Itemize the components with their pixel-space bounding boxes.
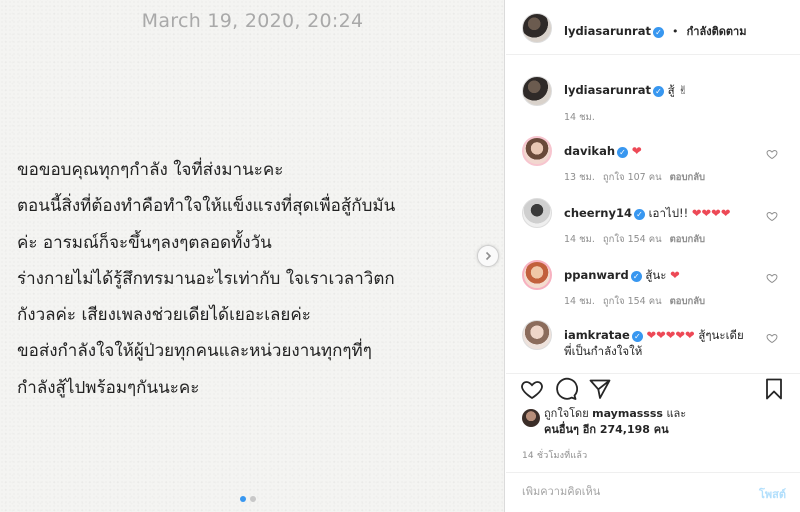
verified-badge-icon: ✓	[652, 86, 664, 97]
like-heart-icon[interactable]	[520, 377, 544, 401]
avatar[interactable]	[522, 136, 552, 166]
post-timestamp[interactable]: 14 ชั่วโมงที่แล้ว	[522, 448, 587, 462]
bookmark-icon[interactable]	[762, 377, 786, 401]
note-date: March 19, 2020, 20:24	[141, 10, 364, 32]
verified-badge-icon: ✓	[630, 271, 642, 282]
comment-likes[interactable]: ถูกใจ 154 คน	[603, 234, 662, 245]
comment-item: iamkratae ✓ ❤❤❤❤❤ สู้ๆนะเดีย พี่เป็นกำลัง…	[506, 318, 800, 373]
add-comment-bar: โพสต์	[506, 472, 800, 512]
caption: lydiasarunrat ✓ สู้ ✌ 14 ชม.	[506, 74, 800, 124]
note-line: ค่ะ อารมณ์ก็จะขึ้นๆลงๆตลอดทั้งวัน	[17, 232, 272, 253]
liked-by-label: ถูกใจโดย	[544, 407, 589, 420]
heart-outline-icon[interactable]	[766, 272, 778, 284]
avatar[interactable]	[522, 198, 552, 228]
verified-badge-icon: ✓	[633, 209, 645, 220]
action-bar	[506, 375, 800, 405]
comment-time[interactable]: 14 ชม.	[564, 234, 595, 245]
comment-item: cheerny14 ✓ เอาไป!! ❤❤❤❤ 14 ชม. ถูกใจ 154 …	[506, 196, 800, 246]
reply-button[interactable]: ตอบกลับ	[670, 172, 706, 183]
separator: •	[672, 25, 679, 38]
comment-username[interactable]: davikah	[564, 144, 615, 158]
comment-time[interactable]: 14 ชม.	[564, 296, 595, 307]
comment-username[interactable]: cheerny14	[564, 206, 632, 220]
note-text: ขอขอบคุณทุกๆกำลัง ใจที่ส่งมานะคะ ตอนนี้ส…	[17, 152, 502, 406]
verified-badge-icon: ✓	[617, 147, 629, 158]
note-line: ตอนนี้สิ่งที่ต้องทำคือทำใจให้แข็งแรงที่ส…	[17, 196, 396, 217]
comment-text: ❤	[631, 144, 642, 158]
comment-text: เอาไป!! ❤❤❤❤	[648, 206, 731, 220]
post-image[interactable]: March 19, 2020, 20:24 ขอขอบคุณทุกๆกำลัง …	[0, 0, 505, 512]
comments-list: lydiasarunrat ✓ สู้ ✌ 14 ชม. davikah ✓ ❤ 1…	[506, 56, 800, 374]
note-line: กำลังสู้ไปพร้อมๆกันนะคะ	[17, 377, 200, 398]
comment-input[interactable]	[522, 485, 722, 498]
liker-avatar[interactable]	[522, 409, 540, 427]
comment-item: davikah ✓ ❤ 13 ชม. ถูกใจ 107 คน ตอบกลับ	[506, 134, 800, 184]
reply-button[interactable]: ตอบกลับ	[670, 234, 706, 245]
reply-button[interactable]: ตอบกลับ	[670, 296, 706, 307]
liker-username[interactable]: maymassss	[592, 407, 663, 420]
comment-text: สู้นะ ❤	[645, 268, 680, 282]
next-image-button[interactable]	[477, 245, 499, 267]
carousel-dots	[240, 496, 256, 502]
header-username[interactable]: lydiasarunrat	[564, 24, 651, 38]
comment-likes[interactable]: ถูกใจ 154 คน	[603, 296, 662, 307]
note-line: ร่างกายไม่ได้รู้สึกทรมานอะไรเท่ากับ ใจเร…	[17, 268, 395, 289]
post-side-panel: lydiasarunrat ✓ • กำลังติดตาม lydiasarunr…	[506, 0, 800, 512]
and-label: และ	[666, 407, 687, 420]
carousel-dot-active	[240, 496, 246, 502]
comment-item: ppanward ✓ สู้นะ ❤ 14 ชม. ถูกใจ 154 คน ตอบก…	[506, 258, 800, 308]
avatar[interactable]	[522, 13, 552, 43]
comment-likes[interactable]: ถูกใจ 107 คน	[603, 172, 662, 183]
others-likes-link[interactable]: คนอื่นๆ อีก 274,198 คน	[544, 422, 669, 438]
post-header: lydiasarunrat ✓ • กำลังติดตาม	[506, 0, 800, 55]
following-button[interactable]: กำลังติดตาม	[687, 25, 747, 38]
heart-outline-icon[interactable]	[766, 332, 778, 344]
heart-outline-icon[interactable]	[766, 148, 778, 160]
comment-username[interactable]: iamkratae	[564, 328, 630, 342]
note-line: ขอขอบคุณทุกๆกำลัง ใจที่ส่งมานะคะ	[17, 160, 284, 180]
comment-username[interactable]: lydiasarunrat	[564, 83, 651, 97]
comment-time[interactable]: 13 ชม.	[564, 172, 595, 183]
share-send-icon[interactable]	[588, 377, 612, 401]
comment-text: สู้ ✌	[667, 83, 688, 97]
carousel-dot	[250, 496, 256, 502]
note-line: ขอส่งกำลังใจให้ผู้ป่วยทุกคนและหน่วยงานทุ…	[17, 341, 372, 362]
heart-outline-icon[interactable]	[766, 210, 778, 222]
comment-bubble-icon[interactable]	[554, 377, 578, 401]
avatar[interactable]	[522, 76, 552, 106]
comment-username[interactable]: ppanward	[564, 268, 629, 282]
note-line: กังวลค่ะ เสียงเพลงช่วยเดียได้เยอะเลยค่ะ	[17, 305, 311, 326]
comment-time[interactable]: 14 ชม.	[564, 112, 595, 123]
avatar[interactable]	[522, 260, 552, 290]
verified-badge-icon: ✓	[631, 331, 643, 342]
chevron-right-icon	[485, 251, 492, 261]
verified-badge-icon: ✓	[652, 27, 664, 38]
avatar[interactable]	[522, 320, 552, 350]
post-button[interactable]: โพสต์	[759, 485, 786, 503]
